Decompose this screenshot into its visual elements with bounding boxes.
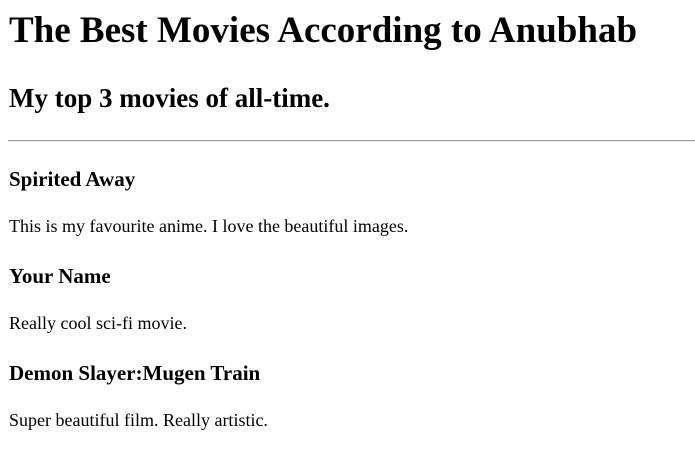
page-title: The Best Movies According to Anubhab — [9, 10, 638, 51]
movie-description-demon-slayer: Super beautiful film. Really artistic. — [9, 410, 268, 430]
movie-title-spirited-away: Spirited Away — [9, 167, 136, 191]
movie-title-demon-slayer: Demon Slayer:Mugen Train — [9, 361, 261, 385]
page-subtitle: My top 3 movies of all-time. — [9, 83, 330, 113]
page: The Best Movies According to Anubhab My … — [0, 0, 695, 455]
horizontal-divider — [8, 140, 695, 142]
movie-title-your-name: Your Name — [9, 264, 111, 288]
movie-description-your-name: Really cool sci-fi movie. — [9, 313, 187, 333]
movie-description-spirited-away: This is my favourite anime. I love the b… — [9, 216, 409, 236]
